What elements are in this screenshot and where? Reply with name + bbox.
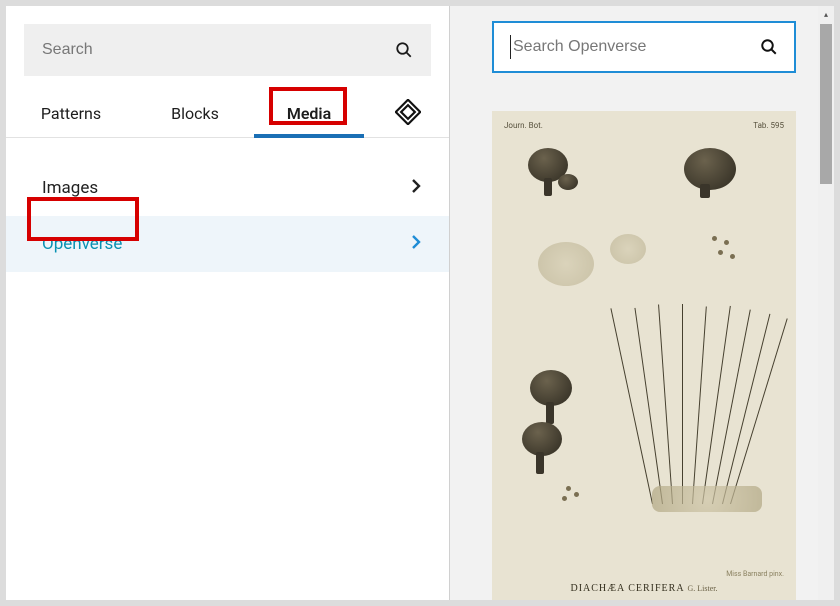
plate-caption-main: DIACHÆA CERIFERA — [570, 583, 684, 594]
plate-header-left: Journ. Bot. — [504, 121, 543, 130]
workspace: ▴ Patterns Blocks Media — [0, 0, 840, 606]
scrollbar-up-icon[interactable]: ▴ — [818, 6, 834, 22]
chevron-right-icon — [411, 234, 421, 255]
list-item-label: Images — [42, 178, 411, 198]
search-icon[interactable] — [395, 41, 413, 59]
plate-caption-author: G. Lister. — [688, 584, 718, 593]
plate-illustration — [502, 134, 786, 577]
search-input[interactable] — [42, 41, 395, 59]
vertical-scrollbar[interactable]: ▴ — [818, 6, 834, 600]
tabs: Patterns Blocks Media — [6, 76, 449, 138]
list-item-openverse[interactable]: Openverse — [6, 216, 449, 272]
openverse-search-field[interactable] — [492, 21, 796, 73]
list-item-images[interactable]: Images — [6, 160, 449, 216]
plate-header: Journ. Bot. Tab. 595 — [502, 121, 786, 134]
scrollbar-thumb[interactable] — [820, 24, 832, 184]
inserter-panel: Patterns Blocks Media Ima — [6, 6, 450, 600]
search-icon[interactable] — [760, 38, 778, 56]
search-field[interactable] — [24, 24, 431, 76]
openverse-result-image[interactable]: Journ. Bot. Tab. 595 — [492, 111, 796, 600]
tab-blocks[interactable]: Blocks — [136, 94, 254, 137]
tab-media[interactable]: Media — [254, 94, 364, 137]
chevron-right-icon — [411, 178, 421, 199]
tab-media-label: Media — [287, 104, 331, 123]
text-cursor — [510, 35, 511, 59]
media-categories: Images Openverse — [6, 138, 449, 272]
openverse-panel: Journ. Bot. Tab. 595 — [450, 6, 818, 600]
plate-credit: Miss Barnard pinx. — [726, 570, 784, 578]
plate-header-right: Tab. 595 — [753, 121, 784, 130]
openverse-search-input[interactable] — [513, 38, 760, 56]
plate-caption: DIACHÆA CERIFERA G. Lister. — [502, 577, 786, 594]
tab-patterns[interactable]: Patterns — [6, 94, 136, 137]
list-item-label: Openverse — [42, 234, 411, 254]
pattern-explorer-button[interactable] — [385, 99, 431, 133]
